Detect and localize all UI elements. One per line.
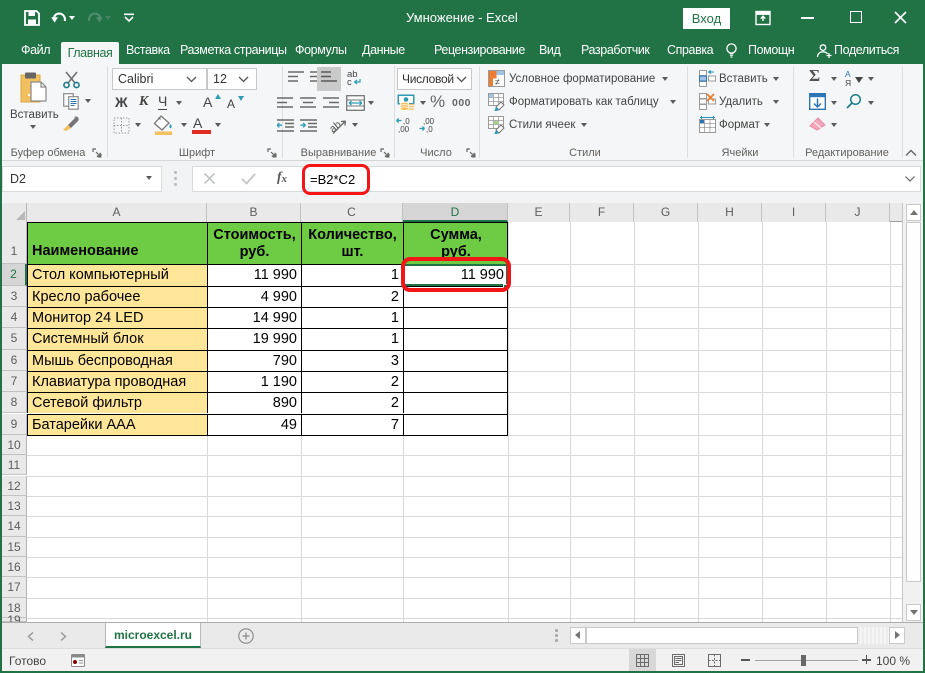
- svg-text:,0: ,0: [426, 125, 433, 133]
- svg-text:≠: ≠: [495, 77, 500, 87]
- svg-text:Я: Я: [845, 78, 851, 87]
- svg-text:,00: ,00: [398, 125, 410, 133]
- svg-text:c: c: [347, 77, 352, 86]
